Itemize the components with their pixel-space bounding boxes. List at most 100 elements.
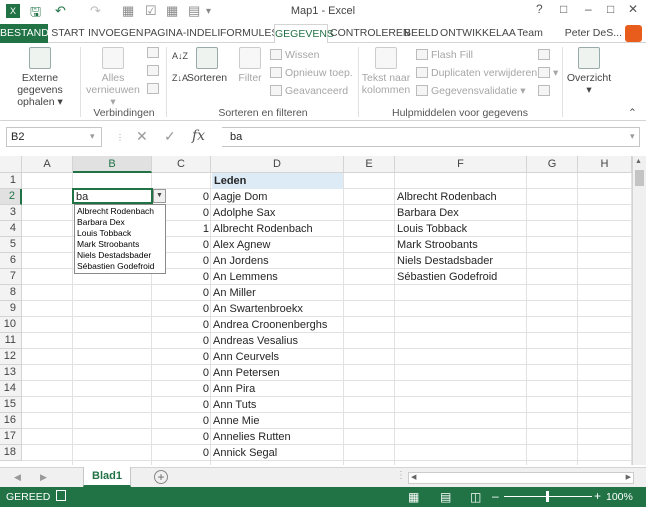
cell-c[interactable]: 0 — [152, 301, 209, 317]
cell-d[interactable]: Anne Mie — [213, 413, 343, 429]
cell-d[interactable]: Andrea Croonenberghs — [213, 317, 343, 333]
external-data-button[interactable]: Externe gegevens ophalen ▾ — [2, 47, 78, 108]
row-header[interactable]: 9 — [0, 301, 22, 317]
cell-d[interactable]: Ann Ceurvels — [213, 349, 343, 365]
outline-button[interactable]: Overzicht ▾ — [566, 47, 612, 96]
tab-formules[interactable]: FORMULES — [220, 24, 278, 43]
cell-c[interactable]: 0 — [152, 445, 209, 461]
row-header[interactable]: 8 — [0, 285, 22, 301]
cell-d[interactable]: An Miller — [213, 285, 343, 301]
data-validation-button[interactable]: Gegevensvalidatie ▾ — [416, 85, 526, 97]
column-header-f[interactable]: F — [395, 156, 527, 173]
column-header-e[interactable]: E — [344, 156, 395, 173]
cell-d[interactable]: Ann Pira — [213, 381, 343, 397]
consolidate-icon[interactable] — [538, 49, 553, 61]
cell-d[interactable]: Andreas Vesalius — [213, 333, 343, 349]
filter-button[interactable]: Filter — [232, 47, 268, 84]
cell-d[interactable]: Alex Agnew — [213, 237, 343, 253]
dropdown-item[interactable]: Barbara Dex — [77, 217, 165, 228]
row-header[interactable]: 11 — [0, 333, 22, 349]
cell-c[interactable]: 0 — [152, 413, 209, 429]
tab-team[interactable]: Team — [514, 24, 546, 43]
cell-d[interactable]: Ann Tuts — [213, 397, 343, 413]
column-header-h[interactable]: H — [578, 156, 632, 173]
zoom-level[interactable]: 100% — [606, 491, 633, 503]
enter-icon[interactable]: ✓ — [164, 128, 176, 145]
row-header[interactable]: 12 — [0, 349, 22, 365]
add-sheet-icon[interactable]: + — [154, 470, 168, 484]
user-name[interactable]: Peter DeS... — [565, 27, 622, 39]
what-if-icon[interactable]: ▾ — [538, 67, 558, 79]
vertical-scroll-thumb[interactable] — [635, 170, 644, 186]
tab-gegevens[interactable]: GEGEVENS — [274, 24, 334, 44]
cell-f[interactable]: Mark Stroobants — [397, 237, 527, 253]
avatar[interactable] — [625, 25, 642, 42]
cell-c[interactable]: 0 — [152, 349, 209, 365]
dropdown-item[interactable]: Louis Tobback — [77, 228, 165, 239]
column-header-c[interactable]: C — [152, 156, 211, 173]
row-header[interactable]: 14 — [0, 381, 22, 397]
close-icon[interactable]: ✕ — [628, 2, 638, 16]
cell-d[interactable]: Aagje Dom — [213, 189, 343, 205]
cell-f[interactable]: Sébastien Godefroid — [397, 269, 527, 285]
page-layout-icon[interactable]: ▤ — [440, 490, 451, 504]
cell-f[interactable]: Albrecht Rodenbach — [397, 189, 527, 205]
dropdown-item[interactable]: Sébastien Godefroid — [77, 261, 165, 272]
sheet-tab-blad1[interactable]: Blad1 — [83, 467, 131, 487]
prev-sheet-icon[interactable]: ◀ — [14, 472, 21, 483]
cell-d[interactable]: Annick Segal — [213, 445, 343, 461]
column-header-g[interactable]: G — [527, 156, 578, 173]
reapply-button[interactable]: Opnieuw toep. — [270, 67, 353, 79]
tab-pagina-indeling[interactable]: PAGINA-INDELI — [144, 24, 220, 43]
scroll-right-icon[interactable]: ▶ — [626, 473, 631, 481]
help-icon[interactable]: ? — [536, 2, 543, 16]
select-all-corner[interactable] — [0, 156, 22, 173]
insert-function-icon[interactable]: fx — [192, 128, 205, 144]
clear-button[interactable]: Wissen — [270, 49, 319, 61]
cell-c[interactable]: 0 — [152, 285, 209, 301]
cell-c[interactable]: 0 — [152, 317, 209, 333]
row-header[interactable]: 15 — [0, 397, 22, 413]
tab-beeld[interactable]: BEELD — [404, 24, 438, 43]
edit-links-icon[interactable] — [147, 83, 162, 95]
cell-c[interactable]: 0 — [152, 365, 209, 381]
remove-duplicates-button[interactable]: Duplicaten verwijderen — [416, 67, 537, 79]
cell-d[interactable]: Annelies Rutten — [213, 429, 343, 445]
tab-start[interactable]: START — [50, 24, 86, 43]
scroll-up-icon[interactable]: ▲ — [635, 158, 642, 165]
row-header[interactable]: 18 — [0, 445, 22, 461]
tab-invoegen[interactable]: INVOEGEN — [88, 24, 143, 43]
row-header[interactable]: 3 — [0, 205, 22, 221]
cell-f[interactable]: Louis Tobback — [397, 221, 527, 237]
row-header[interactable]: 10 — [0, 317, 22, 333]
sort-button[interactable]: Sorteren — [186, 47, 228, 84]
ribbon-display-icon[interactable]: □ — [560, 2, 567, 16]
row-header[interactable]: 16 — [0, 413, 22, 429]
tab-controleren[interactable]: CONTROLEREN — [330, 24, 411, 43]
cell-d[interactable]: An Lemmens — [213, 269, 343, 285]
maximize-icon[interactable]: □ — [607, 2, 614, 16]
page-break-icon[interactable]: ◫ — [470, 490, 481, 504]
cell-d1[interactable]: Leden — [212, 173, 343, 189]
worksheet-grid[interactable]: A B C D E F G H 1 2 3 4 5 6 7 8 9 10 11 12 13 14 15 16 1… — [0, 156, 646, 465]
formula-input[interactable]: ba — [222, 127, 640, 147]
connections-icon[interactable] — [147, 47, 162, 59]
cell-d[interactable]: Albrecht Rodenbach — [213, 221, 343, 237]
cell-f[interactable]: Barbara Dex — [397, 205, 527, 221]
column-header-b[interactable]: B — [73, 156, 152, 173]
row-header[interactable]: 6 — [0, 253, 22, 269]
advanced-button[interactable]: Geavanceerd — [270, 85, 348, 97]
cell-c[interactable]: 0 — [152, 381, 209, 397]
next-sheet-icon[interactable]: ▶ — [40, 472, 47, 483]
minimize-icon[interactable]: – — [585, 2, 592, 16]
relationships-icon[interactable] — [538, 85, 553, 97]
cell-c[interactable]: 0 — [152, 397, 209, 413]
column-header-a[interactable]: A — [22, 156, 73, 173]
zoom-in-icon[interactable]: + — [594, 489, 601, 503]
refresh-all-button[interactable]: Alles vernieuwen ▾ — [84, 47, 142, 108]
macro-record-icon[interactable] — [56, 490, 66, 501]
row-header[interactable]: 1 — [0, 173, 22, 189]
dropdown-item[interactable]: Niels Destadsbader — [77, 250, 165, 261]
dropdown-item[interactable]: Mark Stroobants — [77, 239, 165, 250]
scroll-left-icon[interactable]: ◀ — [411, 473, 416, 481]
